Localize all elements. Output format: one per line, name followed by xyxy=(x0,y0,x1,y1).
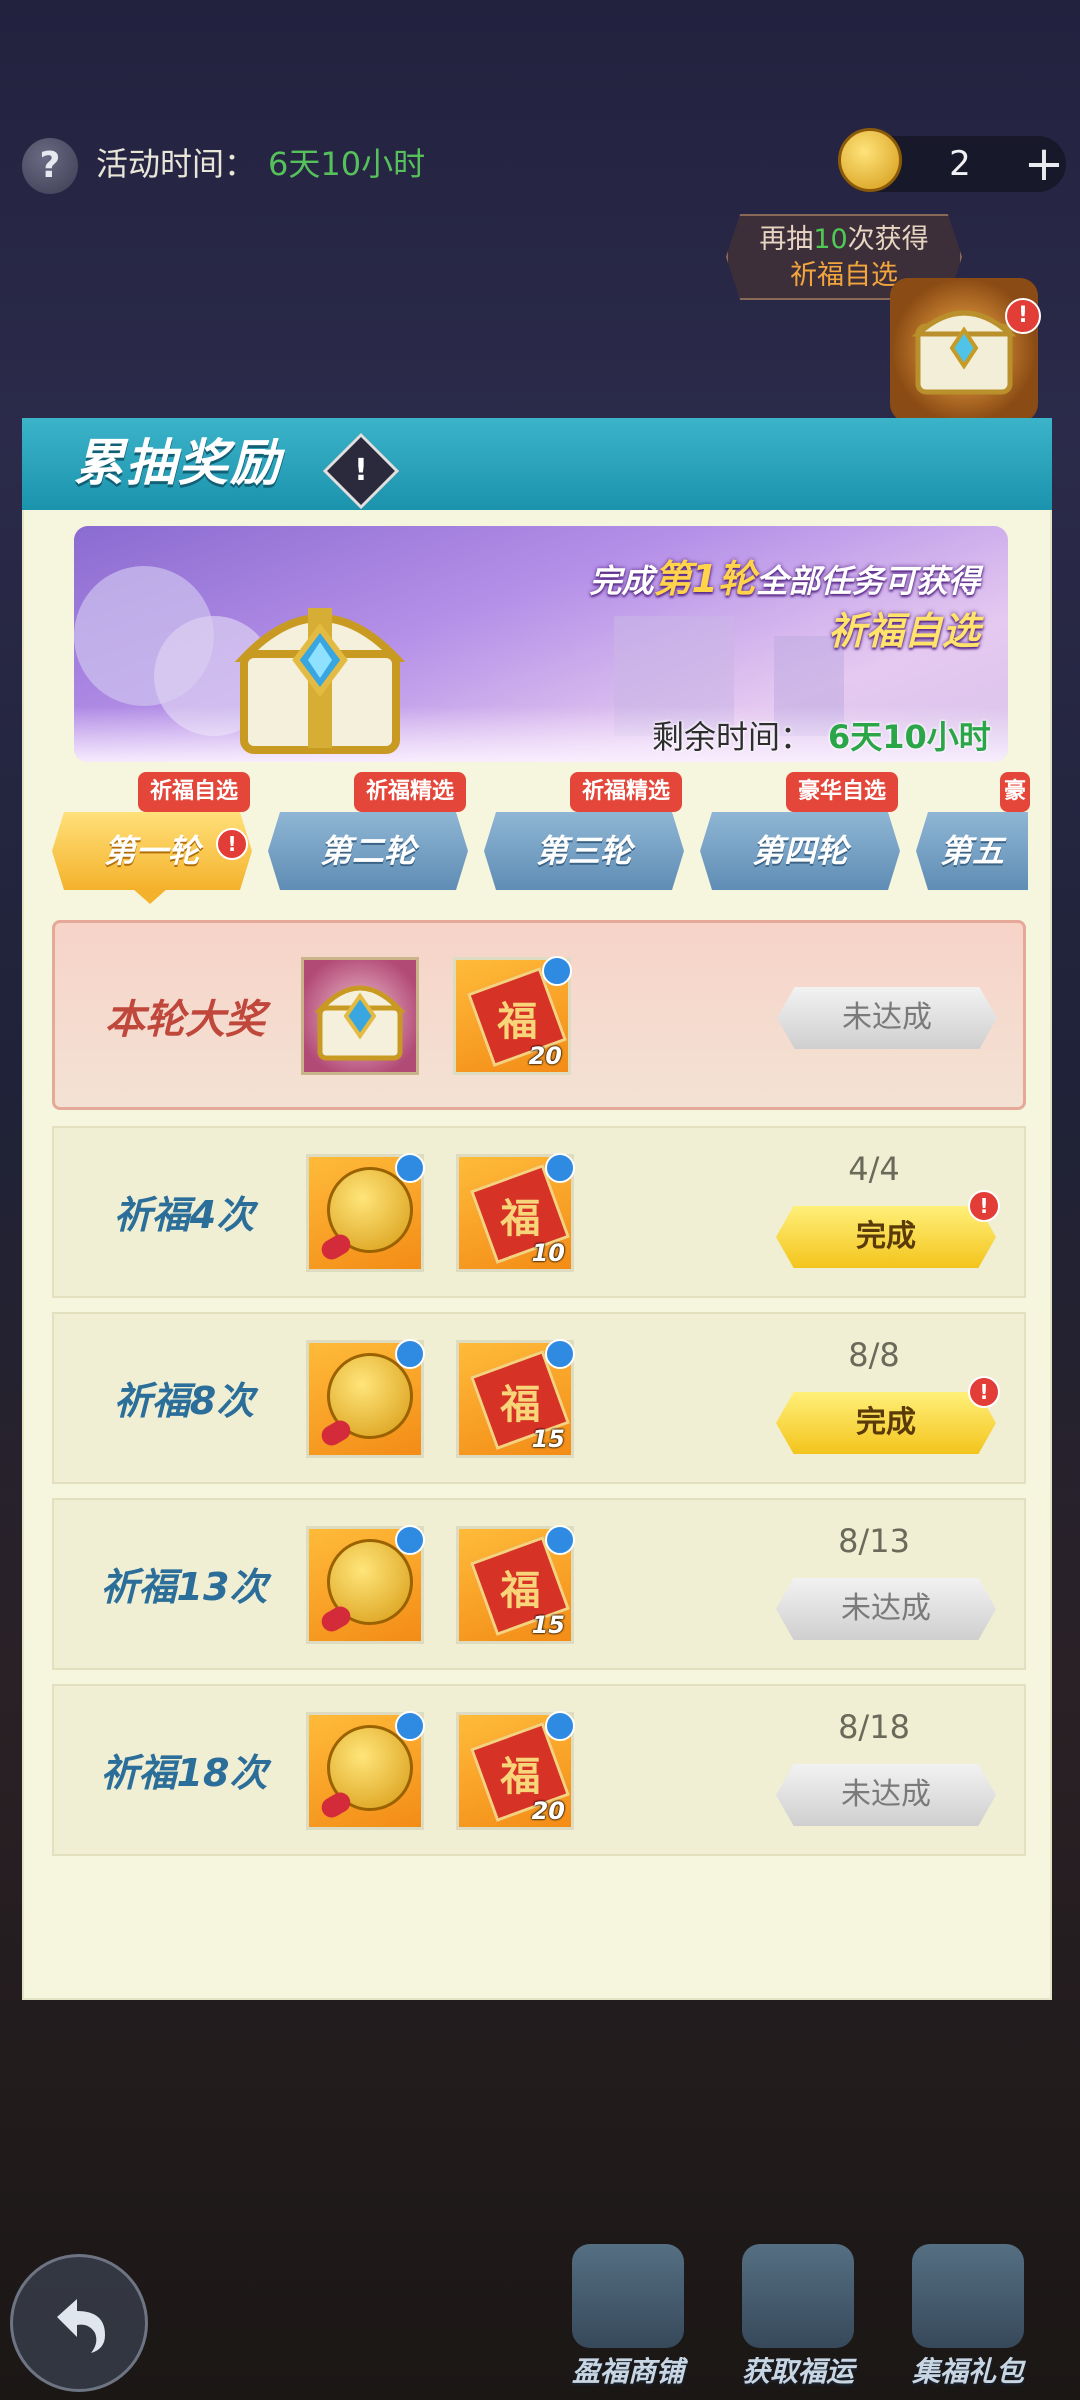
fu-card-reward-item[interactable]: 15 xyxy=(456,1339,575,1458)
grand-prize-label: 本轮大奖 xyxy=(105,997,265,1043)
row-progress: 4/4 xyxy=(848,1150,900,1188)
scroll-icon xyxy=(742,2244,854,2348)
claim-alert-icon: ! xyxy=(968,1376,1000,1408)
grand-prize-row: 本轮大奖 20 未达成 xyxy=(52,920,1026,1110)
coin-reward-item[interactable] xyxy=(306,1153,425,1272)
tab-round-4[interactable]: 第四轮 xyxy=(700,812,900,890)
clock-icon xyxy=(395,1525,425,1555)
banner-condition: 完成第1轮全部任务可获得 xyxy=(589,557,980,601)
activity-time-value: 6天10小时 xyxy=(268,145,426,183)
clock-icon xyxy=(545,1153,575,1183)
fu-card-reward-item[interactable]: 20 xyxy=(456,1711,575,1830)
tab-round-5[interactable]: 第五 xyxy=(916,812,1028,890)
tab-round-2[interactable]: 第二轮 xyxy=(268,812,468,890)
row-progress: 8/8 xyxy=(848,1336,900,1374)
claim-button[interactable]: 完成 xyxy=(776,1206,996,1268)
active-tab-indicator xyxy=(132,888,168,904)
chest-reward-item[interactable] xyxy=(301,957,419,1075)
add-coin-button[interactable]: + xyxy=(1016,136,1072,192)
remaining-time-value: 6天10小时 xyxy=(828,718,991,756)
claim-button[interactable]: 未达成 xyxy=(776,1764,996,1826)
hint-prefix: 再抽 xyxy=(759,224,814,255)
gift-pack-button[interactable]: 集福礼包 xyxy=(888,2244,1048,2394)
remaining-time-label: 剩余时间： xyxy=(652,718,813,756)
clock-icon xyxy=(545,1339,575,1369)
back-arrow-icon xyxy=(57,2299,105,2353)
shop-button[interactable]: 盈福商铺 xyxy=(548,2244,708,2394)
coin-reward-item[interactable] xyxy=(306,1339,425,1458)
row-progress: 8/13 xyxy=(838,1522,910,1560)
activity-time-label: 活动时间： xyxy=(96,145,257,183)
coin-reward-item[interactable] xyxy=(306,1711,425,1830)
chest-alert-icon: ! xyxy=(1005,298,1041,334)
item-quantity: 20 xyxy=(528,1042,562,1070)
clock-icon xyxy=(395,1339,425,1369)
coin-count: 2 xyxy=(949,144,971,184)
tab-badge: 豪华自选 xyxy=(786,772,898,812)
gift-icon xyxy=(912,2244,1024,2348)
grand-prize-claim-button[interactable]: 未达成 xyxy=(777,987,997,1049)
row-progress: 8/18 xyxy=(838,1708,910,1746)
coin-reward-item[interactable] xyxy=(306,1525,425,1644)
shop-label: 盈福商铺 xyxy=(571,2355,684,2388)
claim-button[interactable]: 未达成 xyxy=(776,1578,996,1640)
tab-badge: 豪 xyxy=(1000,772,1030,812)
clock-icon xyxy=(545,1525,575,1555)
tab-round-3[interactable]: 第三轮 xyxy=(484,812,684,890)
treasure-chest-icon xyxy=(222,578,418,758)
item-quantity: 15 xyxy=(531,1611,565,1639)
tab-alert-icon: ! xyxy=(216,828,248,860)
reward-row-18: 祈福18次 20 8/18 未达成 xyxy=(52,1684,1026,1856)
item-quantity: 10 xyxy=(531,1239,565,1267)
back-button[interactable] xyxy=(10,2254,148,2392)
reward-row-8: 祈福8次 15 8/8 完成 ! xyxy=(52,1312,1026,1484)
clock-icon xyxy=(395,1153,425,1183)
hint-suffix: 次获得 xyxy=(847,224,929,255)
claim-alert-icon: ! xyxy=(968,1190,1000,1222)
row-condition: 祈福8次 xyxy=(113,1379,255,1423)
gift-pack-label: 集福礼包 xyxy=(911,2355,1024,2388)
reward-row-4: 祈福4次 10 4/4 完成 ! xyxy=(52,1126,1026,1298)
reward-row-13: 祈福13次 15 8/13 未达成 xyxy=(52,1498,1026,1670)
get-luck-label: 获取福运 xyxy=(741,2355,854,2388)
clock-icon xyxy=(542,956,572,986)
claim-button[interactable]: 完成 xyxy=(776,1392,996,1454)
fu-card-reward-item[interactable]: 15 xyxy=(456,1525,575,1644)
item-quantity: 20 xyxy=(531,1797,565,1825)
get-luck-button[interactable]: 获取福运 xyxy=(718,2244,878,2394)
tab-badge: 祈福自选 xyxy=(138,772,250,812)
clock-icon xyxy=(395,1711,425,1741)
tab-badge: 祈福精选 xyxy=(570,772,682,812)
clock-icon xyxy=(545,1711,575,1741)
row-condition: 祈福18次 xyxy=(100,1751,268,1795)
panel-title: 累抽奖励 xyxy=(74,434,282,492)
hint-count: 10 xyxy=(813,224,848,255)
row-condition: 祈福13次 xyxy=(100,1565,268,1609)
fu-card-reward-item[interactable]: 10 xyxy=(456,1153,575,1272)
tab-badge: 祈福精选 xyxy=(354,772,466,812)
help-icon[interactable]: ? xyxy=(22,138,78,194)
fu-card-reward-item[interactable]: 20 xyxy=(453,956,572,1075)
banner-reward: 祈福自选 xyxy=(827,609,980,653)
coin-icon xyxy=(838,128,902,192)
shop-icon xyxy=(572,2244,684,2348)
item-quantity: 15 xyxy=(531,1425,565,1453)
row-condition: 祈福4次 xyxy=(113,1193,255,1237)
